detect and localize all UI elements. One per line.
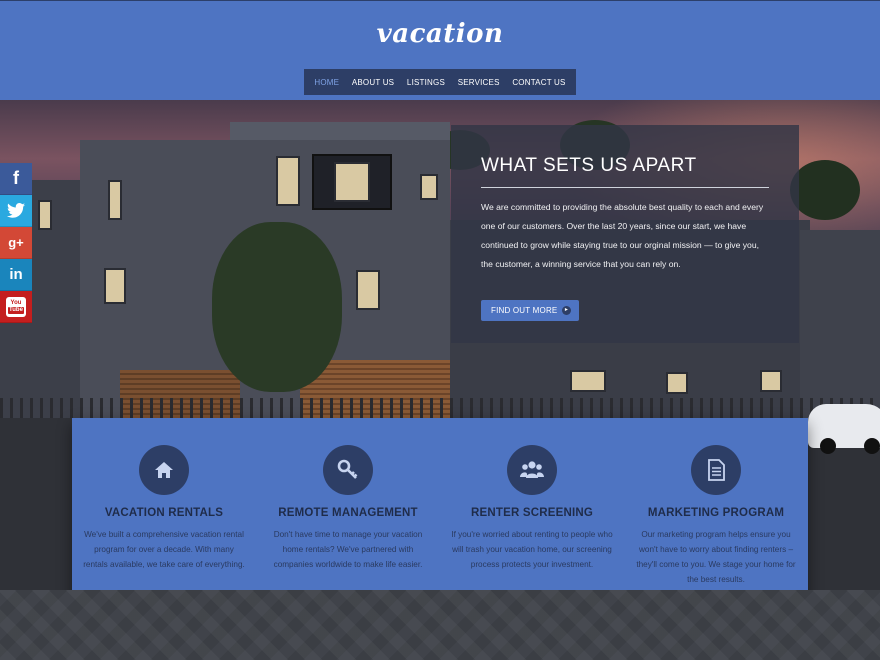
footer-pattern	[0, 590, 880, 660]
site-header: vacation HOME ABOUT US LISTINGS SERVICES…	[0, 0, 880, 100]
google-plus-icon[interactable]: g+	[0, 227, 32, 259]
facebook-icon[interactable]: f	[0, 163, 32, 195]
feature-text: We've built a comprehensive vacation ren…	[83, 530, 245, 569]
building-far-right	[800, 230, 880, 420]
window	[334, 162, 370, 202]
key-icon	[323, 445, 373, 495]
nav-about-us[interactable]: ABOUT US	[352, 78, 394, 87]
document-icon	[691, 445, 741, 495]
feature-text: Don't have time to manage your vacation …	[273, 530, 423, 569]
nav-home[interactable]: HOME	[314, 78, 339, 87]
window	[276, 156, 300, 206]
chevron-right-icon: ▸	[562, 306, 571, 315]
twitter-bird-icon	[7, 203, 25, 218]
window	[38, 200, 52, 230]
site-logo[interactable]: vacation	[0, 19, 880, 49]
feature-title: VACATION RENTALS	[104, 507, 224, 519]
nav-listings[interactable]: LISTINGS	[407, 78, 445, 87]
users-icon	[507, 445, 557, 495]
find-out-more-button[interactable]: FIND OUT MORE ▸	[481, 300, 579, 321]
main-nav: HOME ABOUT US LISTINGS SERVICES CONTACT …	[304, 69, 576, 95]
nav-services[interactable]: SERVICES	[458, 78, 500, 87]
palm-tree	[790, 160, 860, 220]
youtube-logo: You Tube	[6, 296, 26, 317]
white-car	[808, 404, 880, 454]
home-icon	[139, 445, 189, 495]
panel-title: WHAT SETS US APART	[481, 155, 769, 188]
button-label: FIND OUT MORE	[491, 306, 558, 315]
fence	[0, 398, 880, 418]
panel-text: We are committed to providing the absolu…	[481, 202, 764, 269]
youtube-icon[interactable]: You Tube	[0, 291, 32, 323]
window	[420, 174, 438, 200]
window	[666, 372, 688, 394]
feature-text: If you're worried about renting to peopl…	[451, 530, 613, 569]
about-panel: WHAT SETS US APART We are committed to p…	[451, 125, 799, 343]
linkedin-icon[interactable]: in	[0, 259, 32, 291]
window	[108, 180, 122, 220]
window	[760, 370, 782, 392]
feature-text: Our marketing program helps ensure you w…	[636, 530, 796, 584]
feature-title: REMOTE MANAGEMENT	[278, 507, 418, 519]
window	[570, 370, 606, 392]
social-sidebar: f g+ in You Tube	[0, 163, 32, 323]
twitter-icon[interactable]	[0, 195, 32, 227]
feature-title: MARKETING PROGRAM	[647, 507, 785, 519]
feature-title: RENTER SCREENING	[470, 507, 594, 519]
window	[356, 270, 380, 310]
tree	[212, 222, 342, 392]
window	[104, 268, 126, 304]
nav-contact-us[interactable]: CONTACT US	[512, 78, 565, 87]
